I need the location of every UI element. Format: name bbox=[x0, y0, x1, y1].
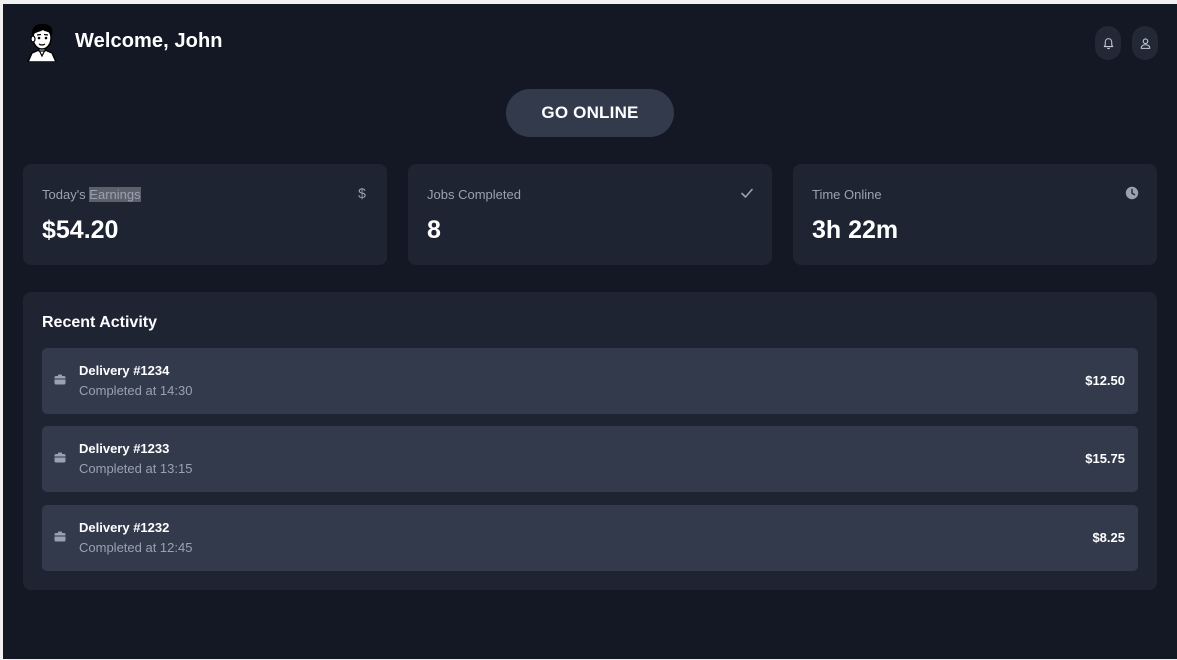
time-online-value: 3h 22m bbox=[812, 216, 899, 244]
activity-row-amount: $15.75 bbox=[1085, 451, 1125, 466]
package-icon bbox=[54, 531, 66, 542]
earnings-label-highlight: Earnings bbox=[89, 187, 141, 202]
cartoon-face-avatar-icon bbox=[26, 23, 58, 63]
activity-row-amount: $8.25 bbox=[1092, 530, 1125, 545]
package-icon bbox=[54, 374, 66, 385]
activity-row-subtitle: Completed at 12:45 bbox=[79, 540, 193, 555]
activity-row-subtitle: Completed at 13:15 bbox=[79, 461, 193, 476]
clock-icon bbox=[1125, 186, 1139, 200]
activity-row[interactable]: Delivery #1233 Completed at 13:15 $15.75 bbox=[42, 426, 1138, 492]
bell-icon bbox=[1103, 37, 1113, 49]
user-icon bbox=[1140, 37, 1150, 49]
notifications-button[interactable] bbox=[1095, 26, 1121, 60]
jobs-completed-value: 8 bbox=[427, 216, 441, 244]
activity-row-title: Delivery #1232 bbox=[79, 520, 170, 535]
dollar-icon: $ bbox=[358, 185, 366, 201]
time-online-card: Time Online 3h 22m bbox=[793, 164, 1157, 265]
jobs-completed-label: Jobs Completed bbox=[427, 187, 521, 202]
activity-row[interactable]: Delivery #1232 Completed at 12:45 $8.25 bbox=[42, 505, 1138, 571]
earnings-label-prefix: Today's bbox=[42, 187, 90, 202]
earnings-label: Today's Earnings bbox=[42, 187, 141, 202]
avatar[interactable] bbox=[24, 22, 60, 63]
time-online-label: Time Online bbox=[812, 187, 882, 202]
jobs-completed-card: Jobs Completed 8 bbox=[408, 164, 772, 265]
welcome-title: Welcome, John bbox=[75, 30, 223, 52]
app-window: Welcome, John GO ONLINE Today's Earnings… bbox=[3, 4, 1177, 659]
activity-row-amount: $12.50 bbox=[1085, 373, 1125, 388]
activity-row-subtitle: Completed at 14:30 bbox=[79, 383, 193, 398]
activity-row-title: Delivery #1234 bbox=[79, 363, 170, 378]
check-icon bbox=[740, 186, 754, 200]
recent-activity-panel: Recent Activity Delivery #1234 Completed… bbox=[23, 292, 1157, 590]
earnings-value: $54.20 bbox=[42, 216, 119, 244]
profile-button[interactable] bbox=[1132, 26, 1158, 60]
activity-row-title: Delivery #1233 bbox=[79, 441, 170, 456]
activity-row[interactable]: Delivery #1234 Completed at 14:30 $12.50 bbox=[42, 348, 1138, 414]
earnings-card: Today's Earnings $ $54.20 bbox=[23, 164, 387, 265]
go-online-button[interactable]: GO ONLINE bbox=[506, 89, 674, 137]
recent-activity-title: Recent Activity bbox=[42, 314, 157, 331]
package-icon bbox=[54, 452, 66, 463]
